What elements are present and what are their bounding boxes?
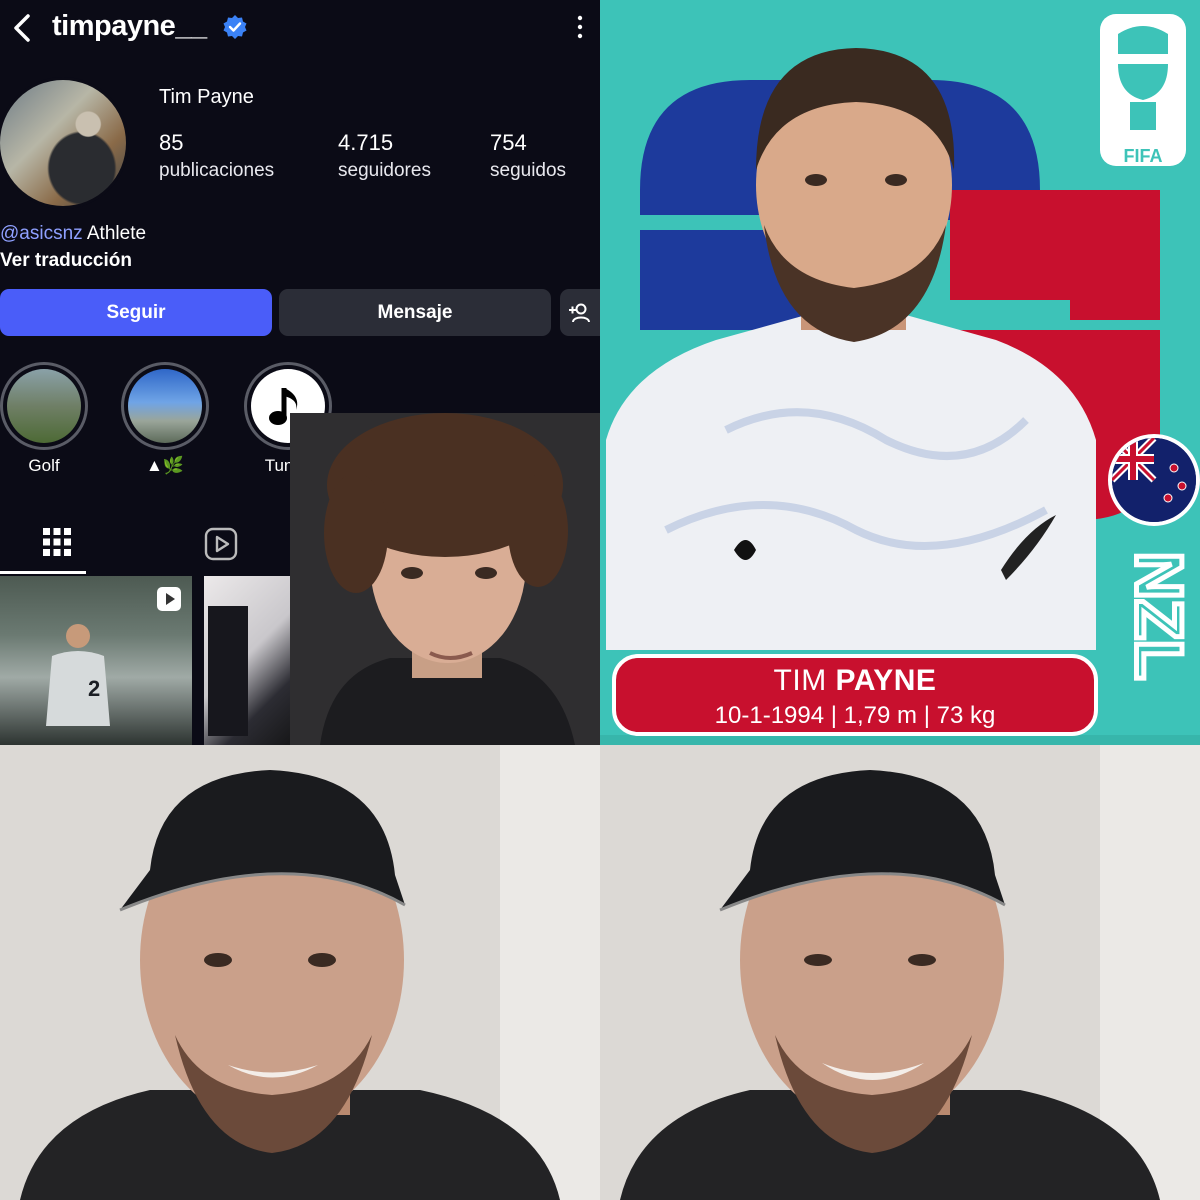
person-in-cap-smiling-image <box>600 745 1200 1200</box>
highlight-nature-label: ▲🌿 <box>146 456 184 475</box>
stat-followers[interactable]: 4.715 seguidores <box>338 130 431 182</box>
fifa-world-cup-logo: FIFA <box>1100 14 1186 166</box>
active-tab-indicator <box>0 571 86 574</box>
stat-following-count: 754 <box>490 130 527 155</box>
stat-posts-label: publicaciones <box>159 160 275 181</box>
jersey-number: 2 <box>88 676 100 701</box>
video-still-right <box>600 745 1200 1200</box>
back-arrow-icon[interactable] <box>6 8 40 48</box>
stat-following[interactable]: 754 seguidos <box>490 130 566 182</box>
stat-posts[interactable]: 85 publicaciones <box>159 130 274 182</box>
reaction-person-image <box>290 413 600 745</box>
thumb-graphic-block <box>208 606 248 736</box>
highlight-nature[interactable]: ▲🌿 <box>118 362 212 476</box>
stat-posts-count: 85 <box>159 130 184 155</box>
player-last-name: PAYNE <box>835 664 937 697</box>
bio-handle-link[interactable]: @asicsnz <box>0 223 83 244</box>
highlight-nature-cover <box>128 369 202 443</box>
stat-followers-label: seguidores <box>338 160 431 181</box>
stat-followers-count: 4.715 <box>338 130 394 155</box>
bio-text: Athlete <box>82 223 147 244</box>
bio-line: @asicsnz Athlete <box>0 223 146 245</box>
username: timpayne__ <box>52 10 207 42</box>
verified-badge-icon <box>223 15 247 39</box>
country-code-vertical: NZL <box>1120 549 1193 682</box>
profile-avatar[interactable] <box>0 80 126 206</box>
stat-following-label: seguidos <box>490 160 567 181</box>
highlight-golf-cover <box>7 369 81 443</box>
player-portrait <box>606 48 1096 650</box>
player-name: TIM PAYNE <box>616 664 1094 698</box>
player-name-bar: TIM PAYNE 10-1-1994 | 1,79 m | 73 kg <box>612 654 1098 736</box>
profile-full-name: Tim Payne <box>159 86 254 108</box>
reels-tab-icon[interactable] <box>204 527 238 561</box>
more-options-icon[interactable] <box>570 14 590 40</box>
country-code-text: NZL <box>1123 552 1193 680</box>
fifa-text: FIFA <box>1124 146 1163 166</box>
player-sticker-card: FIFA NZL TIM PAYNE 10-1-1994 | 1,79 m | … <box>600 0 1200 745</box>
follow-button[interactable]: Seguir <box>0 289 272 336</box>
suggested-accounts-button[interactable] <box>560 289 600 336</box>
player-info: 10-1-1994 | 1,79 m | 73 kg <box>714 702 996 729</box>
video-still-left <box>0 745 600 1200</box>
video-post-icon <box>157 587 181 611</box>
post-thumbnail-1[interactable]: 2 <box>0 576 192 745</box>
highlight-golf-ring <box>0 362 88 450</box>
player-figure: 2 <box>46 624 110 726</box>
highlight-nature-ring <box>121 362 209 450</box>
reaction-facecam <box>290 413 600 745</box>
highlight-golf-label: Golf <box>28 456 60 475</box>
profile-header: timpayne__ <box>0 0 600 56</box>
message-button[interactable]: Mensaje <box>279 289 551 336</box>
grid-tab-icon[interactable] <box>42 527 72 557</box>
person-in-cap-image <box>0 745 600 1200</box>
player-first-name: TIM <box>773 664 827 697</box>
see-translation-link[interactable]: Ver traducción <box>0 250 132 272</box>
highlight-golf[interactable]: Golf <box>0 362 91 476</box>
add-person-icon <box>569 303 590 322</box>
